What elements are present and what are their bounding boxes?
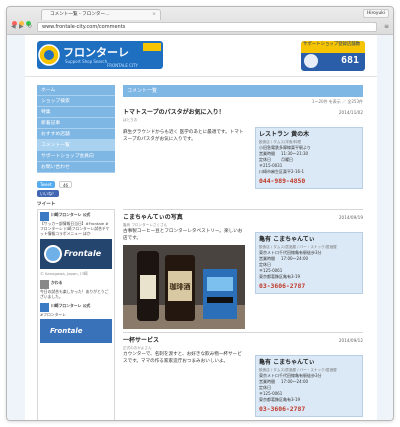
tweet: 川崎フロンターレ 公式 #フロンターレ bbox=[40, 303, 112, 317]
twitter-widget-title: ツイート bbox=[37, 202, 56, 207]
shop-hours: 11:30〜21:30 bbox=[281, 151, 309, 156]
mascot-icon bbox=[304, 54, 318, 68]
shop-hours: 17:00〜24:00 bbox=[281, 379, 309, 384]
tweet-caption: © Kanagawa, Japan, 川崎 bbox=[40, 270, 88, 276]
tweet-button[interactable]: Tweet bbox=[37, 181, 55, 188]
page-viewport: フロンターレ Support Shop Search FRONTALE CITY… bbox=[7, 35, 393, 420]
shop-count-banner[interactable]: サポートショップ登録店舗数 681 bbox=[301, 41, 365, 71]
comment-entry: トマトスープのパスタがお気に入り！ 2014/11/02 ぱとりお 麻生グラウン… bbox=[123, 109, 363, 209]
tweet-user[interactable]: 川崎フロンターレ 公式 bbox=[51, 303, 90, 308]
sidebar: ホーム ショップ検索 特集 新着記事 おすすめ店舗 コメント一覧 サポートショッ… bbox=[37, 85, 115, 420]
pager-info: 1〜20件 を表示 ／ 全253件 bbox=[311, 99, 363, 104]
shop-holiday: 月曜日 bbox=[281, 157, 293, 162]
tweet-user[interactable]: かわる bbox=[51, 280, 62, 285]
main-content: コメント一覧 1〜20件 を表示 ／ 全253件 トマトスープのパスタがお気に入… bbox=[123, 85, 363, 417]
tweet-image-text: Frontale bbox=[64, 248, 102, 258]
tweet-text: 今日の試合も楽しかった！ありがとうございました。 bbox=[40, 288, 109, 300]
comment-body: 古事製コーヒー豆とフロンターレタペストリー。楽しいお店です。 bbox=[123, 229, 243, 241]
comment-photo[interactable]: 珈琲酒 bbox=[123, 245, 245, 329]
profile-button[interactable]: Hiroyuki bbox=[362, 9, 389, 18]
shop-city: 川崎市麻生区栗平2-16-1 bbox=[259, 169, 305, 174]
shop-card[interactable]: レストラン 黄の木 飲食店 / ダムス/洋食/料理 小田急電鉄多摩線栗平駅より … bbox=[255, 127, 363, 189]
navigation-bar: ◀ ▶ ↻ www.frontale-city.com/comments ≡ bbox=[7, 21, 393, 34]
sidebar-item-new-articles[interactable]: 新着記事 bbox=[37, 118, 115, 129]
twitter-feed[interactable]: 川崎フロンターレ 公式 【サッカー部情報日当日】#Frontale #フロンター… bbox=[37, 209, 115, 420]
photo-illustration: 珈琲酒 bbox=[123, 245, 245, 329]
shop-city: 東京都葛飾区亀有3-19 bbox=[259, 397, 301, 402]
tab-close-icon[interactable]: × bbox=[152, 10, 156, 20]
logo-sub2-text: FRONTALE CITY bbox=[107, 63, 139, 68]
logo-main-text: フロンターレ bbox=[63, 46, 129, 59]
site-logo[interactable]: フロンターレ Support Shop Search FRONTALE CITY bbox=[37, 37, 167, 73]
tweet-count: 46 bbox=[59, 181, 73, 188]
tweet: 川崎フロンターレ 公式 【サッカー部情報日当日】#Frontale #フロンター… bbox=[40, 212, 112, 237]
logo-sub-text: Support Shop Search bbox=[65, 59, 108, 64]
shop-phone[interactable]: 03-3606-2787 bbox=[259, 405, 359, 413]
comment-title[interactable]: 一杯サービス bbox=[123, 337, 363, 345]
site-header: フロンターレ Support Shop Search FRONTALE CITY… bbox=[25, 35, 377, 77]
tweet: かわる 今日の試合も楽しかった！ありがとうございました。 bbox=[40, 279, 112, 300]
sidebar-nav: ホーム ショップ検索 特集 新着記事 おすすめ店舗 コメント一覧 サポートショッ… bbox=[37, 85, 115, 173]
sidebar-item-recommended[interactable]: おすすめ店舗 bbox=[37, 129, 115, 140]
back-button[interactable]: ◀ bbox=[11, 23, 16, 31]
shop-name[interactable]: 亀有 こまちゃんてぃ bbox=[259, 359, 359, 367]
comment-entry: こまちゃんてぃの写真 2014/09/19 亀有 フロンターレさくさん 古事製コ… bbox=[123, 214, 363, 332]
avatar bbox=[40, 279, 49, 289]
tweet-user[interactable]: 川崎フロンターレ 公式 bbox=[51, 212, 90, 217]
list-header: コメント一覧 bbox=[123, 85, 363, 97]
divider bbox=[123, 332, 363, 333]
like-button[interactable]: いいね！ bbox=[37, 190, 59, 197]
sidebar-item-comments[interactable]: コメント一覧 bbox=[37, 140, 115, 151]
tweet-image[interactable]: Frontale bbox=[40, 319, 112, 344]
divider bbox=[123, 209, 363, 210]
banner-caption: サポートショップ登録店舗数 bbox=[301, 41, 365, 53]
tweet-text: 【サッカー部情報日当日】#Frontale #フロンターレ 川崎フロンターレ試合… bbox=[40, 221, 110, 237]
club-emblem-icon bbox=[44, 244, 62, 263]
shop-phone[interactable]: 044-989-4850 bbox=[259, 177, 359, 185]
sidebar-item-contact[interactable]: お問い合わせ bbox=[37, 162, 115, 173]
sidebar-item-features[interactable]: 特集 bbox=[37, 107, 115, 118]
comment-date: 2014/09/12 bbox=[338, 338, 363, 343]
browser-tab[interactable]: コメント一覧 - フロンター… × bbox=[41, 9, 161, 20]
comment-date: 2014/09/19 bbox=[338, 215, 363, 220]
social-buttons: Tweet 46 いいね！ bbox=[37, 181, 115, 197]
comment-body: 麻生グラウンドからも近く 医学のあとに最適です。トマトスープのパスタがお気に入り… bbox=[123, 130, 244, 142]
comment-author[interactable]: ぱとりお bbox=[123, 117, 363, 123]
shop-name[interactable]: 亀有 こまちゃんてぃ bbox=[259, 236, 359, 244]
comment-body: カウンターで、名刺を渡すと、お好きな飲み物一杯サービスです。ママの作る家家造庁お… bbox=[123, 352, 242, 364]
shop-phone[interactable]: 03-3606-2787 bbox=[259, 282, 359, 290]
sidebar-item-shop-search[interactable]: ショップ検索 bbox=[37, 96, 115, 107]
shop-card[interactable]: 亀有 こまちゃんてぃ 飲食店 / ダムス/居酒屋 / バー・スナック/居酒屋 東… bbox=[255, 355, 363, 417]
reload-button[interactable]: ↻ bbox=[27, 23, 32, 31]
page: フロンターレ Support Shop Search FRONTALE CITY… bbox=[25, 35, 377, 420]
browser-window: コメント一覧 - フロンター… × Hiroyuki ◀ ▶ ↻ www.fro… bbox=[6, 6, 394, 421]
browser-chrome: コメント一覧 - フロンター… × Hiroyuki ◀ ▶ ↻ www.fro… bbox=[7, 7, 393, 35]
tab-title: コメント一覧 - フロンター… bbox=[50, 12, 110, 17]
sidebar-item-members[interactable]: サポートショップ会員向 bbox=[37, 151, 115, 162]
browser-menu-icon[interactable]: ≡ bbox=[384, 23, 389, 31]
shop-name[interactable]: レストラン 黄の木 bbox=[259, 131, 359, 139]
tweet-text: #フロンターレ bbox=[40, 312, 66, 318]
comment-title[interactable]: こまちゃんてぃの写真 bbox=[123, 214, 363, 222]
sidebar-item-home[interactable]: ホーム bbox=[37, 85, 115, 96]
photo-label-text: 珈琲酒 bbox=[170, 282, 191, 291]
address-bar[interactable]: www.frontale-city.com/comments bbox=[37, 22, 377, 32]
comment-title[interactable]: トマトスープのパスタがお気に入り！ bbox=[123, 109, 363, 117]
avatar bbox=[40, 212, 49, 221]
comment-entry: 一杯サービス 2014/09/12 正式のおかよさん カウンターで、名刺を渡すと… bbox=[123, 337, 363, 417]
forward-button[interactable]: ▶ bbox=[19, 23, 24, 31]
avatar bbox=[40, 303, 49, 313]
shop-card[interactable]: 亀有 こまちゃんてぃ 飲食店 / ダムス/居酒屋 / バー・スナック/居酒屋 東… bbox=[255, 232, 363, 294]
tweet-image[interactable]: Frontale bbox=[40, 238, 112, 269]
shop-city: 東京都葛飾区亀有3-19 bbox=[259, 274, 301, 279]
shop-hours: 17:00〜24:00 bbox=[281, 256, 309, 261]
comment-date: 2014/11/02 bbox=[338, 110, 363, 115]
